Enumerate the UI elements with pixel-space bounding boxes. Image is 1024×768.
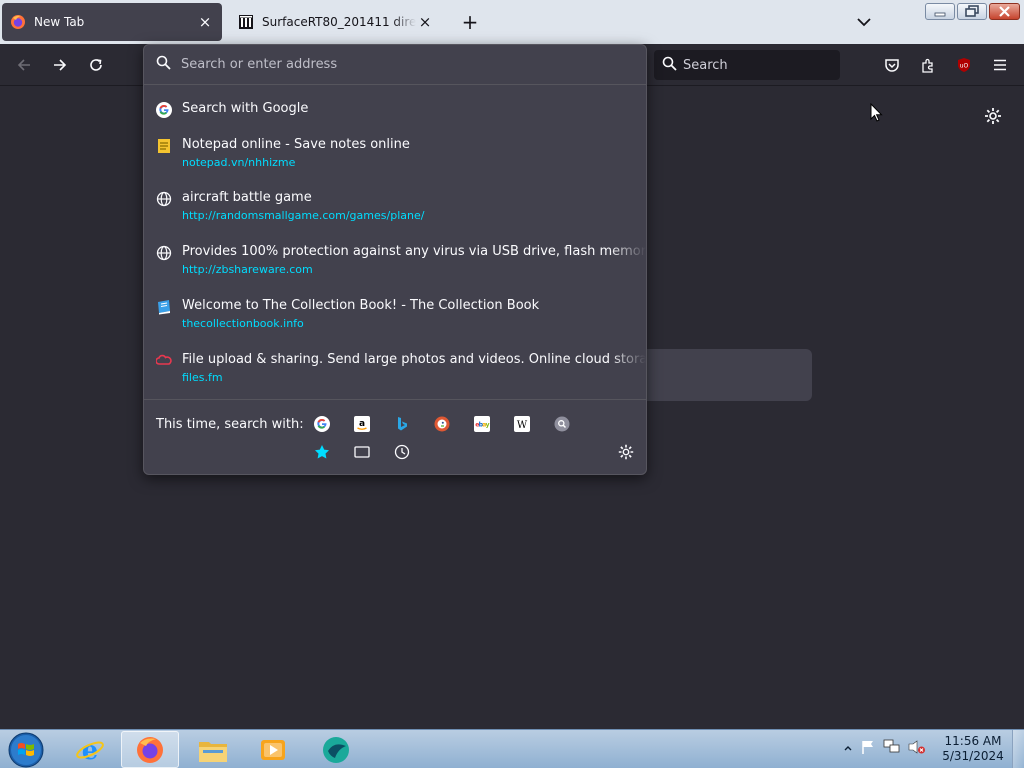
result-url: http://randomsmallgame.com/games/plane/ [182, 209, 425, 222]
tab-directory-listing[interactable]: SurfaceRT80_201411 directory listing × [230, 3, 442, 41]
svg-text:uO: uO [960, 63, 969, 70]
system-tray [843, 736, 926, 762]
show-desktop-button[interactable] [1012, 730, 1024, 768]
new-tab-button[interactable]: + [459, 11, 481, 33]
app-globe-icon[interactable] [307, 731, 365, 768]
minimize-button[interactable] [925, 3, 955, 20]
address-placeholder: Search or enter address [181, 57, 338, 72]
address-bar-dropdown: Search or enter address Search with Goog… [143, 44, 647, 475]
close-window-button[interactable] [989, 3, 1020, 20]
result-url: files.fm [182, 371, 223, 384]
globe-icon [156, 191, 172, 207]
amazon-icon[interactable]: a [353, 415, 371, 433]
bookmarks-star-icon[interactable] [313, 443, 331, 461]
system-clock[interactable]: 11:56 AM 5/31/2024 [940, 734, 1006, 764]
firefox-taskbar-icon[interactable] [121, 731, 179, 768]
wikipedia-icon[interactable]: W [513, 415, 531, 433]
search-icon [156, 55, 171, 74]
filesfm-icon [156, 353, 172, 369]
tab-new-tab[interactable]: New Tab × [2, 3, 222, 41]
globe-icon [156, 245, 172, 261]
result-search-with-google[interactable]: Search with Google [144, 101, 646, 118]
result-notepad-online[interactable]: Notepad online - Save notes online notep… [144, 137, 646, 169]
ublock-origin-icon[interactable]: uO [952, 53, 976, 77]
book-icon [156, 299, 172, 315]
result-zbshareware[interactable]: Provides 100% protection against any vir… [144, 244, 646, 276]
close-tab-button[interactable]: × [416, 13, 434, 31]
close-tab-button[interactable]: × [196, 13, 214, 31]
start-button[interactable] [6, 731, 46, 768]
result-url: thecollectionbook.info [182, 317, 304, 330]
duckduckgo-icon[interactable] [433, 415, 451, 433]
one-off-search-label: This time, search with: [156, 417, 304, 432]
restore-button[interactable] [957, 3, 987, 20]
chevron-down-icon[interactable] [854, 12, 874, 32]
address-input[interactable]: Search or enter address [144, 45, 646, 85]
svg-text:a: a [359, 419, 365, 429]
result-title: aircraft battle game [182, 190, 312, 205]
result-collection-book[interactable]: Welcome to The Collection Book! - The Co… [144, 298, 646, 330]
search-bar[interactable]: Search [654, 50, 840, 80]
svg-text:W: W [517, 420, 528, 431]
result-files-fm[interactable]: File upload & sharing. Send large photos… [144, 352, 646, 384]
google-icon[interactable] [313, 415, 331, 433]
result-title: Search with Google [182, 101, 309, 116]
reload-button[interactable] [84, 53, 108, 77]
svg-text:y: y [486, 422, 490, 429]
pocket-icon[interactable] [880, 53, 904, 77]
action-center-flag-icon[interactable] [860, 739, 876, 759]
tab-title: SurfaceRT80_201411 directory listing [262, 15, 416, 29]
google-icon [156, 102, 172, 118]
tabs-icon[interactable] [353, 443, 371, 461]
bing-icon[interactable] [393, 415, 411, 433]
taskbar: e 11:56 AM 5/31/2024 [0, 729, 1024, 768]
title-bar: New Tab × SurfaceRT80_201411 directory l… [0, 0, 1024, 44]
extensions-icon[interactable] [916, 53, 940, 77]
result-title: Provides 100% protection against any vir… [182, 244, 646, 259]
internet-explorer-icon[interactable]: e [61, 731, 119, 768]
search-engine-icon[interactable] [553, 415, 571, 433]
show-hidden-icons-icon[interactable] [843, 742, 853, 757]
media-player-icon[interactable] [244, 731, 302, 768]
back-button[interactable] [12, 53, 36, 77]
result-title: File upload & sharing. Send large photos… [182, 352, 646, 367]
clock-time: 11:56 AM [944, 734, 1002, 748]
history-clock-icon[interactable] [393, 443, 411, 461]
file-explorer-icon[interactable] [184, 731, 242, 768]
firefox-icon [10, 14, 26, 30]
network-icon[interactable] [883, 739, 901, 759]
search-placeholder: Search [683, 57, 728, 73]
page-search-box[interactable] [640, 349, 812, 401]
mouse-cursor-icon [870, 102, 884, 123]
ebay-icon[interactable]: ebay [473, 415, 491, 433]
divider [144, 399, 646, 400]
gear-icon[interactable] [617, 443, 635, 461]
tab-title: New Tab [34, 15, 85, 29]
result-aircraft-battle-game[interactable]: aircraft battle game http://randomsmallg… [144, 190, 646, 222]
result-title: Welcome to The Collection Book! - The Co… [182, 298, 540, 313]
result-title: Notepad online - Save notes online [182, 137, 410, 152]
result-url: http://zbshareware.com [182, 263, 313, 276]
notepad-icon [156, 138, 172, 154]
forward-button[interactable] [48, 53, 72, 77]
volume-muted-icon[interactable] [908, 739, 926, 759]
archive-icon [238, 14, 254, 30]
gear-icon[interactable] [983, 106, 1003, 126]
menu-icon[interactable] [988, 53, 1012, 77]
search-icon [662, 56, 677, 75]
result-url: notepad.vn/nhhizme [182, 156, 296, 169]
clock-date: 5/31/2024 [942, 749, 1004, 763]
svg-text:e: e [82, 736, 99, 765]
